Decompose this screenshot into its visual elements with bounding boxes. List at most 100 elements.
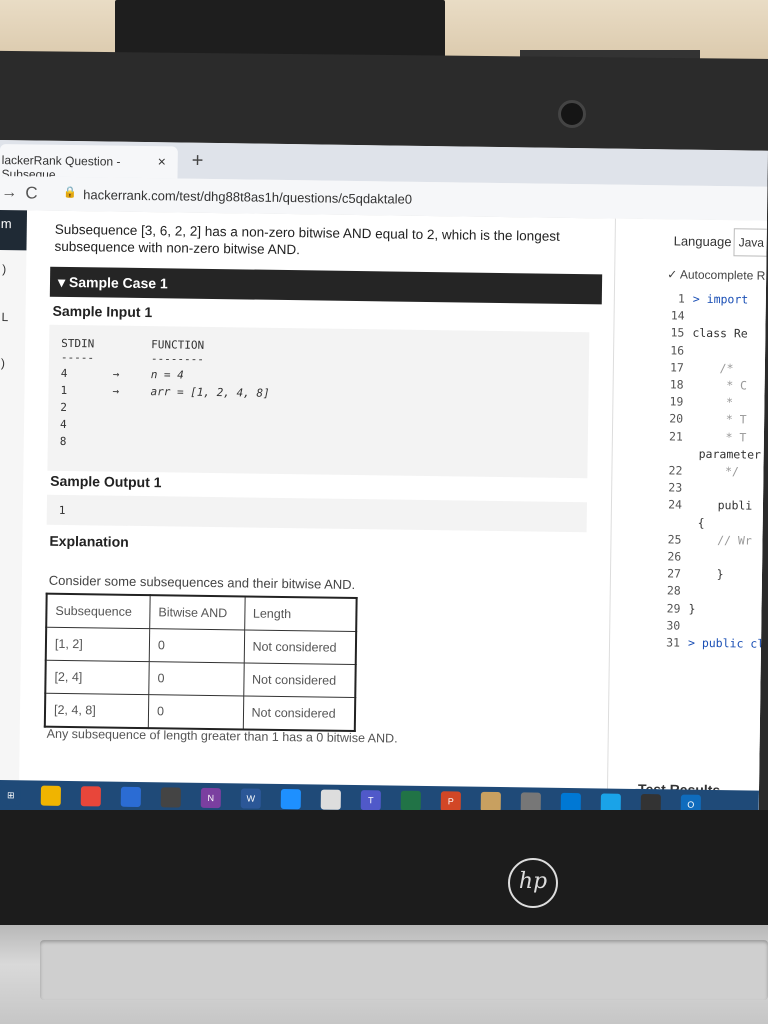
sample-input-label: Sample Input 1 <box>52 302 153 321</box>
arrow-icon: → <box>112 384 120 398</box>
table-cell: Not considered <box>243 629 357 665</box>
line-number: 29 <box>666 600 681 616</box>
background-object <box>115 0 445 60</box>
taskbar-app-icon[interactable]: ⊞ <box>0 785 21 806</box>
arrow-icon: → <box>112 367 120 381</box>
new-tab-button[interactable]: + <box>192 150 204 173</box>
code-line[interactable]: } <box>689 567 724 581</box>
code-line[interactable]: class Re <box>692 326 748 341</box>
function-rule: -------- <box>150 352 205 366</box>
taskbar-app-icon[interactable] <box>80 786 101 807</box>
function-header: FUNCTION <box>151 338 205 352</box>
table-header: Subsequence <box>46 593 151 629</box>
stdin-value: 4 <box>59 417 67 431</box>
line-number: 15 <box>670 325 685 340</box>
taskbar-app-icon[interactable]: N <box>200 787 221 809</box>
code-line[interactable]: } <box>688 601 695 615</box>
code-line[interactable]: parameter <box>699 447 762 462</box>
autocomplete-toggle[interactable]: ✓ Autocomplete R <box>667 267 765 282</box>
taskbar-app-icon[interactable]: T <box>360 790 381 811</box>
line-number: 26 <box>667 549 682 564</box>
table-row: [1, 2] 0 Not considered <box>45 627 357 665</box>
webcam <box>558 100 586 128</box>
brand-logo[interactable]: m <box>0 209 28 251</box>
problem-panel: Subsequence [3, 6, 2, 2] has a non-zero … <box>31 211 655 819</box>
code-line[interactable]: > public cla <box>688 636 768 651</box>
laptop-bottom-bezel <box>0 810 768 940</box>
taskbar-app-icon[interactable] <box>320 789 341 810</box>
line-number: 1 <box>677 291 685 306</box>
language-select[interactable]: Java <box>733 228 768 257</box>
reload-icon[interactable]: C <box>25 183 38 203</box>
code-line[interactable]: * T <box>691 429 746 444</box>
forward-icon[interactable]: → <box>1 184 17 202</box>
code-line[interactable]: publi <box>690 498 753 512</box>
stdin-value: 2 <box>60 400 67 414</box>
table-cell: [2, 4] <box>45 660 150 695</box>
code-line[interactable]: > import <box>693 292 749 307</box>
close-tab-icon[interactable]: × <box>158 153 166 169</box>
nav-icon[interactable]: ) <box>1 356 5 370</box>
code-line[interactable]: */ <box>690 464 739 478</box>
line-number: 19 <box>669 394 684 409</box>
code-line[interactable]: * <box>691 395 733 409</box>
taskbar-app-icon[interactable] <box>120 786 141 808</box>
taskbar-app-icon[interactable] <box>40 785 61 806</box>
url-field[interactable]: hackerrank.com/test/dhg88t8as1h/question… <box>83 187 412 207</box>
stdin-value: 4 <box>60 366 68 380</box>
taskbar-app-icon[interactable] <box>160 787 181 808</box>
line-number: 27 <box>667 566 682 581</box>
sample-output-value: 1 <box>58 503 66 517</box>
line-number: 16 <box>670 342 685 358</box>
explanation-label: Explanation <box>49 532 129 550</box>
table-header: Bitwise AND <box>149 595 245 630</box>
line-number: 31 <box>666 635 681 650</box>
taskbar-app-icon[interactable] <box>480 791 501 813</box>
table-cell: Not considered <box>242 695 356 732</box>
line-number: 20 <box>669 411 684 426</box>
taskbar-app-icon[interactable] <box>280 788 301 810</box>
table-header: Length <box>244 596 357 632</box>
line-number: 23 <box>668 480 683 495</box>
problem-intro: Subsequence [3, 6, 2, 2] has a non-zero … <box>54 221 560 258</box>
code-line[interactable]: * C <box>692 378 747 392</box>
line-number: 18 <box>669 377 684 392</box>
line-number: 25 <box>667 532 682 547</box>
taskbar-app-icon[interactable] <box>400 790 421 811</box>
code-area[interactable]: 1 > import 14 15 class Re 16 17 /* 18 * C 19 * 20… <box>615 291 768 650</box>
line-number: 21 <box>668 428 684 444</box>
table-header-row: Subsequence Bitwise AND Length <box>46 593 357 632</box>
stdin-value: 8 <box>59 434 67 448</box>
code-line[interactable]: * T <box>691 412 747 427</box>
table-row: [2, 4, 8] 0 Not considered <box>44 693 356 732</box>
code-line[interactable]: // Wr <box>689 532 752 547</box>
table-cell: [1, 2] <box>45 627 150 662</box>
laptop-screen: lackerRank Question - Subseque × + → C 🔒… <box>0 140 768 821</box>
line-number: 22 <box>668 463 683 478</box>
nav-icon[interactable]: ) <box>2 262 6 276</box>
line-number: 24 <box>668 497 683 512</box>
stdin-rule: ----- <box>60 350 95 365</box>
table-cell: Not considered <box>243 662 356 698</box>
code-line[interactable]: { <box>698 515 705 529</box>
browser-tab[interactable]: lackerRank Question - Subseque × <box>0 143 178 182</box>
subsequence-table: Subsequence Bitwise AND Length [1, 2] 0 … <box>43 592 358 733</box>
table-cell: 0 <box>149 628 245 663</box>
table-cell: 0 <box>148 694 244 730</box>
line-number: 17 <box>669 360 684 375</box>
autocomplete-label: Autocomplete R <box>679 267 766 283</box>
sample-output-box: 1 <box>46 494 587 533</box>
function-line: n = 4 <box>150 368 184 382</box>
sample-input-box: STDIN FUNCTION ----- -------- 4 1 2 4 8 … <box>47 324 590 479</box>
taskbar-app-icon[interactable]: P <box>440 791 461 812</box>
taskbar-app-icon[interactable]: W <box>240 788 261 809</box>
page-content: m ) L ) Subsequence [3, 6, 2, 2] has a n… <box>0 209 768 821</box>
code-line[interactable]: /* <box>692 360 733 375</box>
function-line: arr = [1, 2, 4, 8] <box>150 385 270 400</box>
sample-case-toggle[interactable]: ▾ Sample Case 1 <box>49 266 603 305</box>
stdin-header: STDIN <box>61 336 95 351</box>
language-label: Language <box>673 233 732 250</box>
nav-icon[interactable]: L <box>1 310 8 324</box>
hp-logo: hp <box>508 858 558 908</box>
stdin-value: 1 <box>60 383 68 397</box>
